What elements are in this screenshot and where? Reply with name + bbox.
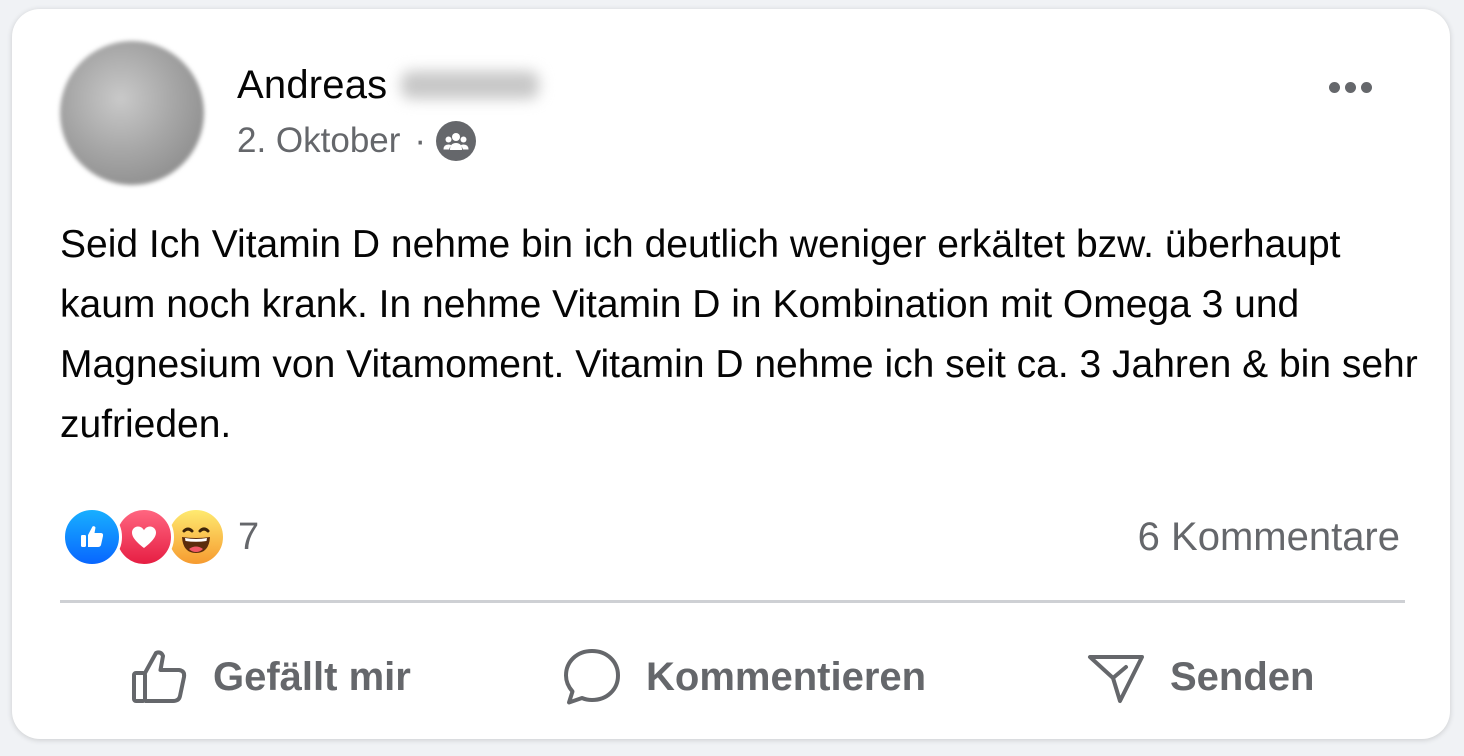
redacted-surname (401, 71, 540, 99)
comments-count[interactable]: 6 Kommentare (1138, 511, 1400, 563)
more-options-icon[interactable] (1318, 67, 1382, 107)
reaction-count[interactable]: 7 (238, 516, 259, 559)
meta-separator: · (414, 121, 427, 160)
comment-bubble-icon (564, 649, 620, 705)
send-button[interactable]: Senden (1084, 637, 1314, 717)
like-reaction-icon (62, 507, 122, 567)
haha-reaction-icon (166, 507, 226, 567)
avatar[interactable] (60, 41, 204, 185)
post-meta: 2. Oktober · (237, 119, 477, 163)
post-date[interactable]: 2. Oktober (237, 121, 400, 161)
send-icon (1088, 655, 1144, 703)
post-author[interactable]: Andreas (237, 63, 540, 108)
reactions-summary[interactable]: 7 (62, 507, 259, 567)
comment-label: Kommentieren (646, 654, 927, 699)
like-button[interactable]: Gefällt mir (129, 637, 411, 717)
like-label: Gefällt mir (213, 654, 411, 699)
author-name[interactable]: Andreas (237, 63, 387, 108)
dot (1328, 81, 1340, 93)
send-label: Senden (1170, 654, 1315, 699)
post-card: Andreas 2. Oktober · Seid Ich Vitamin D … (12, 9, 1450, 739)
divider (60, 600, 1405, 603)
dot (1360, 81, 1372, 93)
post-text: Seid Ich Vitamin D nehme bin ich deutlic… (60, 223, 1418, 446)
thumbs-up-icon (132, 650, 187, 703)
love-reaction-icon (114, 507, 174, 567)
group-icon[interactable] (436, 121, 477, 161)
dot (1344, 81, 1356, 93)
comment-button[interactable]: Kommentieren (560, 637, 926, 717)
